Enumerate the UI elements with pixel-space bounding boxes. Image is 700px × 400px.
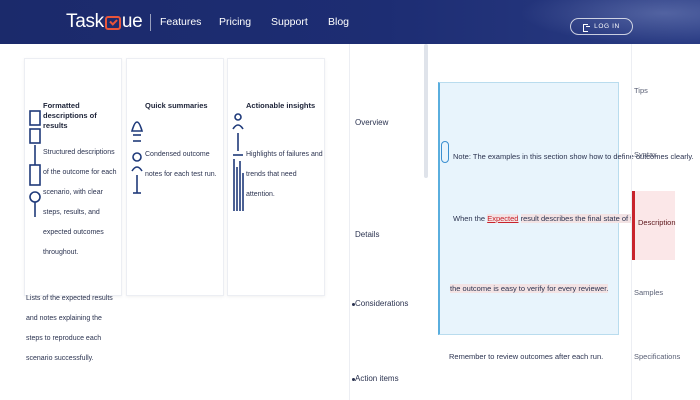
- team-chart-icon: [232, 113, 244, 211]
- card-title: Actionable insights: [246, 101, 316, 110]
- card-title: Formatted descriptions of results: [43, 101, 97, 130]
- feature-card-results: Formatted descriptions of results Struct…: [24, 58, 122, 296]
- card-title: Quick summaries: [145, 101, 208, 110]
- section-nav-details[interactable]: Details: [355, 230, 415, 239]
- note-line-3: the outcome is easy to verify for every …: [450, 284, 609, 293]
- taskque-logo[interactable]: Task ue: [66, 10, 143, 34]
- login-button[interactable]: LOG IN: [570, 18, 633, 35]
- info-icon: [441, 141, 449, 163]
- logo-text-left: Task: [66, 11, 104, 32]
- feature-card-summaries: Quick summaries Condensed outcome notes …: [126, 58, 224, 296]
- feature-card-insights: Actionable insights Highlights of failur…: [227, 58, 325, 296]
- checkbox-logo-icon: [104, 16, 121, 30]
- stacked-boxes-icon: [29, 110, 41, 217]
- card-description: Highlights of failures and trends that n…: [246, 151, 323, 198]
- person-profile-icon: [130, 121, 144, 194]
- card-description: Condensed outcome notes for each test ru…: [145, 151, 217, 178]
- note-line-2: When the Expected result describes the f…: [453, 214, 657, 223]
- note-bottom-text: Remember to review outcomes after each r…: [449, 352, 604, 361]
- nav-link-pricing[interactable]: Pricing: [219, 16, 251, 28]
- card-description: Structured descriptions of the outcome f…: [43, 149, 117, 256]
- login-icon: [583, 23, 591, 32]
- rail-item-specifications[interactable]: Specifications: [634, 352, 680, 361]
- rail-item-description[interactable]: Description: [638, 218, 676, 227]
- card-overflow-text: Lists of the expected results and notes …: [26, 295, 113, 362]
- logo-text-right: ue: [121, 11, 143, 32]
- rail-item-samples[interactable]: Samples: [634, 288, 674, 297]
- rail-item-syntax[interactable]: Syntax: [634, 150, 674, 159]
- login-label: LOG IN: [594, 23, 620, 30]
- note-line-2-before: When the: [453, 214, 486, 223]
- nav-link-blog[interactable]: Blog: [328, 16, 349, 28]
- nav-link-support[interactable]: Support: [271, 16, 308, 28]
- nav-link-features[interactable]: Features: [160, 16, 201, 28]
- section-nav-action-items[interactable]: Action items: [355, 374, 415, 383]
- logo-divider: [150, 14, 151, 31]
- section-nav-considerations[interactable]: Considerations: [355, 299, 415, 308]
- note-callout: [438, 82, 619, 335]
- section-nav-scrollbar[interactable]: [424, 44, 428, 178]
- section-nav-column: [349, 44, 421, 400]
- expected-keyword-link[interactable]: Expected: [487, 214, 519, 223]
- rail-item-tips[interactable]: Tips: [634, 86, 674, 95]
- section-nav-overview[interactable]: Overview: [355, 118, 415, 127]
